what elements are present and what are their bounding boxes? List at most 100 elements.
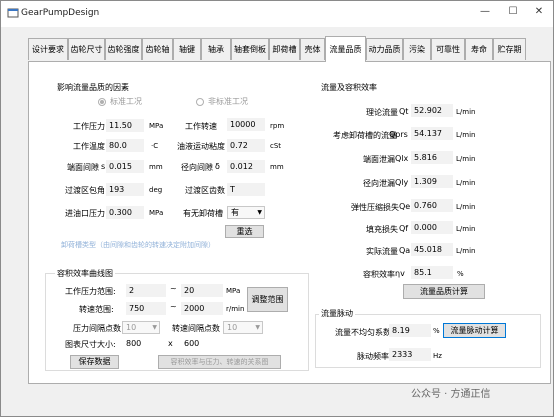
relation-chart-button[interactable]: 容积效率与压力、转速的关系图 — [158, 355, 281, 369]
adjust-range-button[interactable]: 调整范围 — [247, 287, 288, 312]
pressure-points-select[interactable]: 10 ▼ — [122, 321, 160, 334]
flow-row-symbol: ηv — [395, 269, 405, 278]
work-pressure-input[interactable]: 11.50 — [106, 119, 144, 132]
compression-loss-output: 0.760 — [411, 199, 453, 212]
flow-row-unit: L/min — [456, 179, 476, 187]
close-button[interactable]: ✕ — [525, 1, 553, 23]
tab-gear-strength[interactable]: 齿轮强度 — [105, 38, 142, 60]
chart-height-value[interactable]: 600 — [184, 339, 199, 348]
pulse-group-title: 流量脉动 — [319, 308, 355, 319]
end-gap-input[interactable]: 0.015 — [106, 160, 144, 173]
work-pressure-label: 工作压力 — [73, 122, 105, 131]
tab-lifespan[interactable]: 寿命 — [465, 38, 493, 60]
inlet-pressure-unit: MPa — [149, 209, 164, 217]
flow-row-symbol: Qa — [399, 246, 411, 255]
trans-angle-unit: deg — [149, 186, 163, 194]
work-pressure-unit: MPa — [149, 122, 164, 130]
pressure-min-input[interactable]: 2 — [126, 284, 166, 297]
flow-quality-calc-button[interactable]: 流量品质计算 — [403, 284, 485, 299]
nonuniform-label: 流量不均匀系数 — [335, 328, 391, 337]
flow-row-label: 端面泄漏 — [363, 155, 395, 164]
flow-row-label: 填充损失 — [366, 225, 398, 234]
flow-pulse-calc-button[interactable]: 流量脉动计算 — [443, 323, 506, 338]
pressure-max-input[interactable]: 20 — [181, 284, 223, 297]
unload-select[interactable]: 有 ▼ — [227, 206, 265, 219]
work-temp-input[interactable]: 80.0 — [106, 139, 144, 152]
tab-gear-shaft[interactable]: 齿轮轴 — [142, 38, 173, 60]
volumetric-efficiency-output: 85.1 — [411, 266, 453, 279]
tab-bushing[interactable]: 轴套倒板 — [231, 38, 269, 60]
speed-min-input[interactable]: 750 — [126, 302, 166, 315]
flow-row-symbol: Qf — [399, 224, 409, 233]
pulse-freq-output: 2333 — [389, 348, 431, 361]
speed-points-label: 转速间隔点数 — [172, 324, 220, 333]
tab-design-requirements[interactable]: 设计要求 — [28, 38, 68, 60]
tab-relief-groove[interactable]: 卸荷槽 — [269, 38, 300, 60]
flow-row-unit: L/min — [456, 131, 476, 139]
speed-range-label: 转速范围: — [79, 305, 114, 314]
tab-housing[interactable]: 壳体 — [300, 38, 325, 60]
viscosity-input[interactable]: 0.72 — [227, 139, 265, 152]
trans-angle-input[interactable]: 193 — [106, 183, 144, 196]
speed-tilde: ~ — [170, 302, 177, 311]
unload-select-value: 有 — [231, 208, 239, 217]
flow-row-symbol: Qe — [399, 202, 411, 211]
inlet-pressure-input[interactable]: 0.300 — [106, 206, 144, 219]
end-leakage-output: 5.816 — [411, 151, 453, 164]
radio-standard-label: 标准工况 — [110, 97, 142, 106]
tab-flow-quality[interactable]: 流量品质 — [325, 36, 366, 62]
chart-width-value[interactable]: 800 — [126, 339, 141, 348]
inlet-pressure-label: 进油口压力 — [65, 209, 105, 218]
flow-row-symbol: Qlx — [395, 154, 409, 163]
tab-gear-size[interactable]: 齿轮尺寸 — [68, 38, 105, 60]
trans-teeth-label: 过渡区齿数 — [185, 186, 225, 195]
pulse-freq-label: 脉动频率 — [357, 352, 389, 361]
flow-row-unit: L/min — [456, 155, 476, 163]
radial-gap-input[interactable]: 0.012 — [227, 160, 265, 173]
radio-standard[interactable] — [98, 98, 106, 106]
curve-group-title: 容积效率曲线图 — [55, 268, 115, 279]
app-icon — [7, 8, 19, 18]
radio-nonstandard[interactable] — [196, 98, 204, 106]
window-title: GearPumpDesign — [21, 8, 100, 18]
flow-row-symbol: Qt — [399, 107, 409, 116]
tab-power-quality[interactable]: 动力品质 — [366, 38, 403, 60]
trans-teeth-input[interactable]: T — [227, 183, 265, 196]
end-gap-label: 端面间隙 — [67, 163, 99, 172]
flow-row-label: 容积效率 — [363, 270, 395, 279]
nonuniform-unit: % — [433, 327, 440, 335]
pressure-points-value: 10 — [126, 323, 137, 332]
save-data-button[interactable]: 保存数据 — [70, 355, 119, 369]
speed-range-unit: r/min — [226, 305, 245, 313]
tab-storage[interactable]: 贮存期 — [493, 38, 526, 60]
pressure-points-label: 压力间隔点数 — [73, 324, 121, 333]
tab-contamination[interactable]: 污染 — [403, 38, 431, 60]
viscosity-unit: cSt — [270, 142, 282, 150]
radial-leakage-output: 1.309 — [411, 175, 453, 188]
flow-row-unit: L/min — [456, 203, 476, 211]
chevron-down-icon: ▼ — [152, 324, 157, 331]
flow-row-unit: L/min — [456, 247, 476, 255]
speed-points-select[interactable]: 10 ▼ — [223, 321, 263, 334]
work-speed-input[interactable]: 10000 — [227, 118, 265, 131]
tab-bearing[interactable]: 轴承 — [201, 38, 231, 60]
nonuniform-output: 8.19 — [389, 324, 431, 337]
flow-row-label: 考虑卸荷槽的流量 — [333, 131, 397, 140]
chart-size-x: x — [168, 339, 173, 348]
factors-group-title: 影响流量品质的因素 — [55, 82, 131, 93]
flow-row-label: 弹性压缩损失 — [351, 203, 399, 212]
minimize-button[interactable]: — — [471, 1, 499, 23]
chart-size-label: 图表尺寸大小: — [65, 340, 116, 349]
speed-max-input[interactable]: 2000 — [181, 302, 223, 315]
flow-row-unit: % — [457, 270, 464, 278]
work-speed-unit: rpm — [270, 122, 285, 130]
tab-reliability[interactable]: 可靠性 — [431, 38, 465, 60]
tab-shaft-key[interactable]: 轴键 — [173, 38, 201, 60]
end-gap-unit: mm — [149, 163, 163, 171]
flow-group-title: 流量及容积效率 — [319, 82, 379, 93]
maximize-button[interactable]: ☐ — [499, 1, 527, 23]
reset-button[interactable]: 重选 — [225, 225, 264, 238]
flow-row-label: 径向泄漏 — [363, 179, 395, 188]
radial-gap-unit: mm — [270, 163, 284, 171]
theoretical-flow-output: 52.902 — [411, 104, 453, 117]
